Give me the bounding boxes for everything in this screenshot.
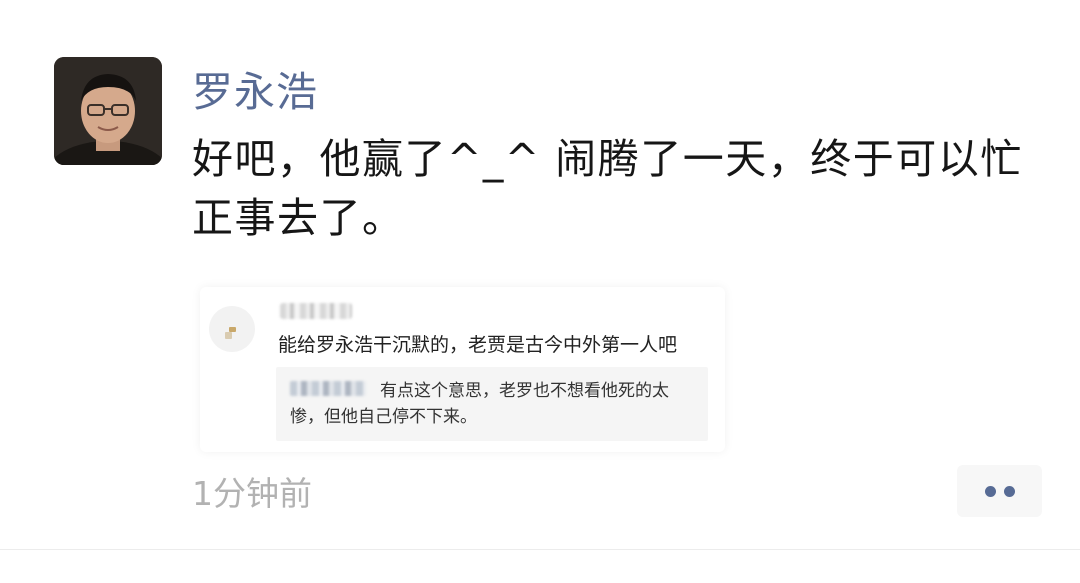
author-avatar[interactable] xyxy=(54,57,162,165)
commenter-avatar-blurred xyxy=(209,306,255,352)
quoted-comment-card[interactable]: 能给罗永浩干沉默的，老贾是古今中外第一人吧 有点这个意思，老罗也不想看他死的太惨… xyxy=(200,287,725,452)
more-dots-icon xyxy=(984,485,996,497)
commenter-name-blurred xyxy=(280,303,352,319)
author-name[interactable]: 罗永浩 xyxy=(192,66,318,118)
more-actions-button[interactable] xyxy=(957,465,1042,517)
moments-post: 罗永浩 好吧，他赢了^_^ 闹腾了一天，终于可以忙正事去了。 能给罗永浩干沉默的… xyxy=(0,0,1080,583)
author-avatar-image xyxy=(54,57,162,165)
quoted-reply-box: 有点这个意思，老罗也不想看他死的太惨，但他自己停不下来。 xyxy=(276,367,708,441)
post-timestamp: 1分钟前 xyxy=(192,474,312,513)
post-text: 好吧，他赢了^_^ 闹腾了一天，终于可以忙正事去了。 xyxy=(192,135,1023,242)
quoted-comment-text: 能给罗永浩干沉默的，老贾是古今中外第一人吧 xyxy=(278,334,678,356)
quoted-reply-text: 有点这个意思，老罗也不想看他死的太惨，但他自己停不下来。 xyxy=(290,381,669,427)
more-dots-icon xyxy=(1003,485,1015,497)
post-divider xyxy=(0,549,1080,550)
